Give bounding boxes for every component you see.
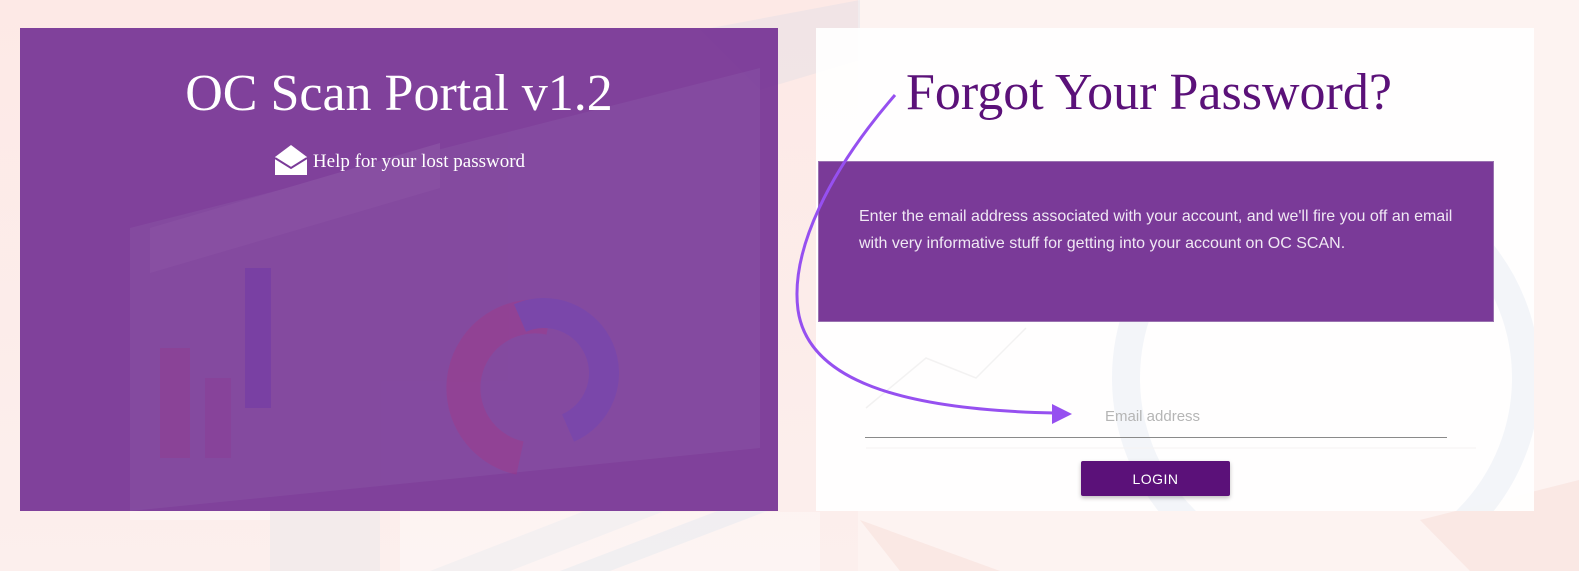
info-text: Enter the email address associated with …: [859, 208, 1453, 252]
help-link[interactable]: Help for your lost password: [20, 142, 778, 182]
forgot-password-card: Forgot Your Password? Enter the email ad…: [816, 28, 1534, 511]
login-button[interactable]: LOGIN: [1081, 461, 1230, 496]
info-box: Enter the email address associated with …: [818, 161, 1494, 322]
envelope-open-icon: [274, 145, 308, 175]
left-panel: OC Scan Portal v1.2 Help for your lost p…: [20, 28, 778, 511]
forgot-password-title: Forgot Your Password?: [906, 64, 1392, 121]
page: OC Scan Portal v1.2 Help for your lost p…: [0, 0, 1579, 571]
help-text[interactable]: Help for your lost password: [313, 151, 525, 173]
email-input[interactable]: [865, 396, 1447, 438]
portal-title: OC Scan Portal v1.2: [185, 65, 613, 122]
